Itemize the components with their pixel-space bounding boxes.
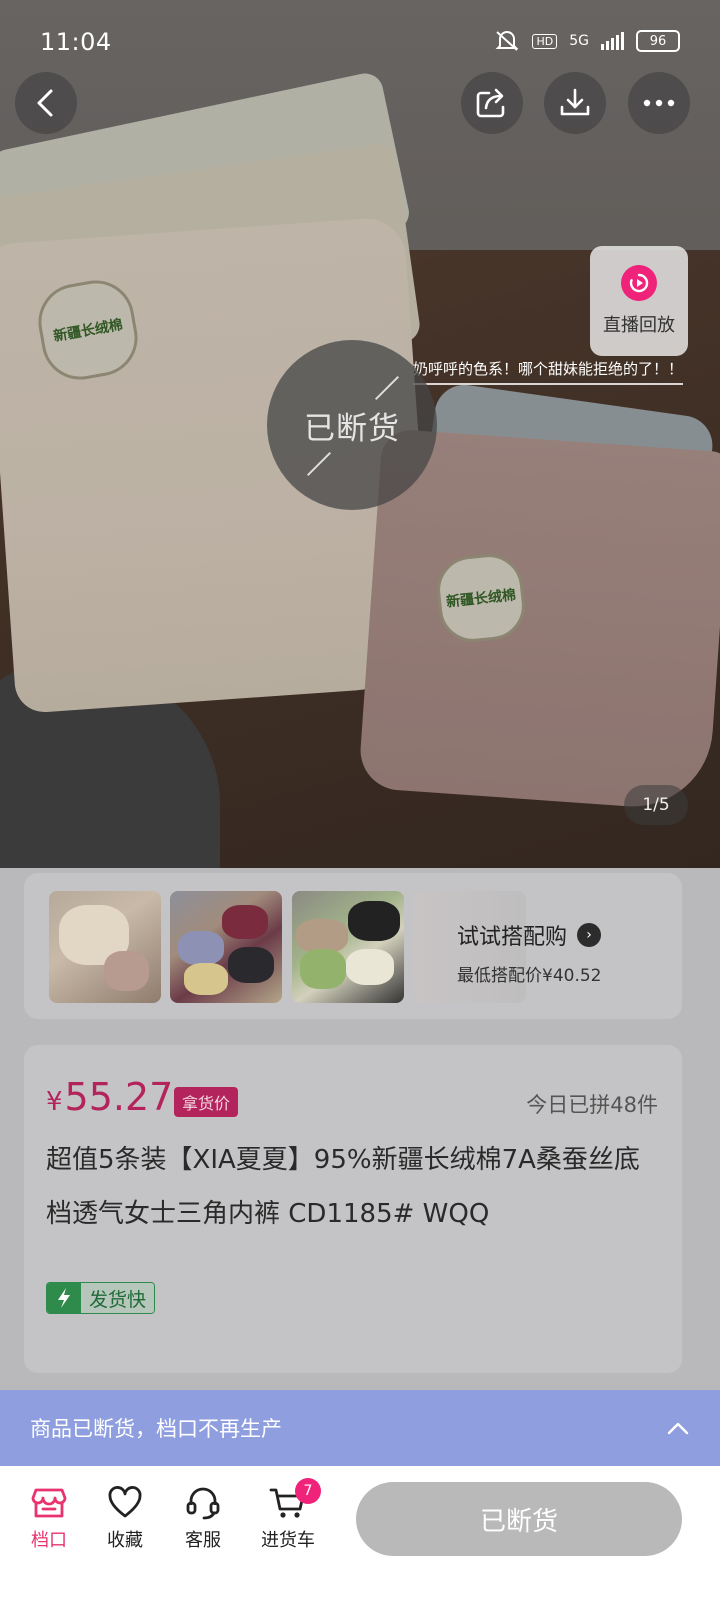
more-options-button[interactable] bbox=[628, 72, 690, 134]
sold-out-overlay-text: 已断货 bbox=[304, 410, 400, 447]
share-icon bbox=[476, 88, 505, 118]
fast-shipping-label: 发货快 bbox=[81, 1283, 155, 1313]
image-caption: 奶呼呼的色系！哪个甜妹能拒绝的了！！ bbox=[413, 358, 684, 385]
tab-favorite[interactable]: 收藏 bbox=[90, 1486, 160, 1552]
product-title: 超值5条装【XIA夏夏】95%新疆长绒棉7A桑蚕丝底档透气女士三角内裤 CD11… bbox=[46, 1145, 640, 1229]
lightning-icon bbox=[47, 1283, 81, 1313]
replay-icon bbox=[621, 265, 657, 301]
tab-label: 收藏 bbox=[107, 1530, 143, 1551]
combo-thumbnail[interactable] bbox=[170, 891, 282, 1003]
heart-icon bbox=[108, 1486, 142, 1518]
back-button[interactable] bbox=[15, 72, 77, 134]
tab-shop[interactable]: 档口 bbox=[14, 1486, 84, 1552]
download-button[interactable] bbox=[544, 72, 606, 134]
battery-icon: 96 bbox=[636, 30, 680, 52]
sold-out-overlay: 已断货 bbox=[267, 340, 437, 510]
signal-icon bbox=[601, 32, 624, 50]
cart-count-badge: 7 bbox=[295, 1478, 321, 1504]
status-bar: 11:04 HD 5G 96 bbox=[0, 20, 720, 64]
combo-min-price: 最低搭配价¥40.52 bbox=[457, 966, 602, 986]
share-button[interactable] bbox=[461, 72, 523, 134]
tab-label: 档口 bbox=[31, 1530, 67, 1551]
product-info-card: ¥ 55.27 拿货价 今日已拼48件 超值5条装【XIA夏夏】95%新疆长绒棉… bbox=[24, 1045, 682, 1373]
mute-icon bbox=[496, 31, 519, 51]
tab-label: 客服 bbox=[185, 1530, 221, 1551]
image-page-indicator: 1/5 bbox=[624, 785, 688, 825]
hd-indicator: HD bbox=[532, 33, 558, 49]
headset-icon bbox=[186, 1487, 220, 1520]
price-badge: 拿货价 bbox=[174, 1087, 239, 1117]
shop-icon bbox=[31, 1488, 67, 1518]
live-replay-button[interactable]: 直播回放 bbox=[590, 246, 688, 356]
price-value: 55.27 bbox=[64, 1075, 174, 1119]
fast-shipping-badge: 发货快 bbox=[46, 1282, 156, 1314]
replay-label: 直播回放 bbox=[603, 315, 675, 336]
price-symbol: ¥ bbox=[46, 1087, 63, 1117]
status-time: 11:04 bbox=[40, 28, 112, 56]
combo-text[interactable]: 试试搭配购 › 最低搭配价¥40.52 bbox=[457, 919, 601, 986]
battery-level: 96 bbox=[649, 33, 667, 49]
chevron-up-icon bbox=[666, 1416, 690, 1441]
combo-title: 试试搭配购 bbox=[457, 925, 568, 950]
bottom-action-bar: 档口 收藏 客服 7 进货车 已断货 bbox=[0, 1466, 720, 1602]
network-label: 5G bbox=[569, 33, 589, 49]
combo-thumbnail[interactable] bbox=[292, 891, 404, 1003]
sold-out-notice-bar[interactable]: 商品已断货，档口不再生产 bbox=[0, 1390, 720, 1466]
more-dots-icon bbox=[643, 99, 675, 107]
tab-label: 进货车 bbox=[261, 1530, 315, 1551]
tab-cart[interactable]: 7 进货车 bbox=[253, 1478, 323, 1552]
download-icon bbox=[560, 88, 590, 116]
chevron-left-icon bbox=[37, 89, 53, 117]
sold-today-count: 今日已拼48件 bbox=[526, 1093, 658, 1117]
chevron-right-icon: › bbox=[577, 923, 602, 947]
price: ¥ 55.27 bbox=[46, 1075, 173, 1119]
sold-out-button[interactable]: 已断货 bbox=[356, 1482, 682, 1556]
tab-customer-service[interactable]: 客服 bbox=[168, 1486, 238, 1552]
combo-thumbnail[interactable] bbox=[49, 891, 161, 1003]
notice-text: 商品已断货，档口不再生产 bbox=[30, 1417, 282, 1441]
combo-purchase-card[interactable]: 试试搭配购 › 最低搭配价¥40.52 bbox=[24, 873, 682, 1019]
